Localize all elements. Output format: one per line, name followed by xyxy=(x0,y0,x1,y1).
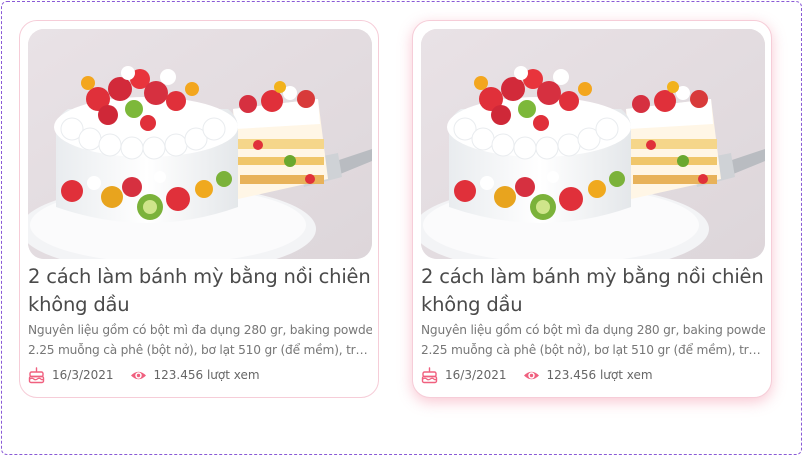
recipe-title-line1: 2 cách làm bánh mỳ bằng nồi chiên xyxy=(421,265,764,288)
view-count: 123.456 lượt xem xyxy=(546,368,653,382)
recipe-description-line2: 2.25 muỗng cà phê (bột nở), bơ lạt 510 g… xyxy=(28,343,372,357)
recipe-description: Nguyên liệu gồm có bột mì đa dụng 280 gr… xyxy=(28,320,372,360)
cake-image[interactable] xyxy=(421,29,765,259)
recipe-description-line2: 2.25 muỗng cà phê (bột nở), bơ lạt 510 g… xyxy=(421,343,765,357)
cake-icon xyxy=(421,366,438,384)
recipe-title-line2: không dầu xyxy=(28,293,130,316)
recipe-description: Nguyên liệu gồm có bột mì đa dụng 280 gr… xyxy=(421,320,765,360)
publish-date: 16/3/2021 xyxy=(52,368,114,382)
view-count: 123.456 lượt xem xyxy=(153,368,260,382)
publish-date: 16/3/2021 xyxy=(445,368,507,382)
recipe-title-line1: 2 cách làm bánh mỳ bằng nồi chiên xyxy=(28,265,371,288)
recipe-description-line1: Nguyên liệu gồm có bột mì đa dụng 280 gr… xyxy=(421,323,765,337)
cake-icon xyxy=(28,366,45,384)
recipe-meta: 16/3/2021 123.456 lượt xem xyxy=(421,365,765,385)
recipe-card-hovered[interactable]: 2 cách làm bánh mỳ bằng nồi chiên không … xyxy=(412,20,772,398)
cake-image[interactable] xyxy=(28,29,372,259)
recipe-title-line2: không dầu xyxy=(421,293,523,316)
recipe-meta: 16/3/2021 123.456 lượt xem xyxy=(28,365,372,385)
recipe-card[interactable]: 2 cách làm bánh mỳ bằng nồi chiên không … xyxy=(19,20,379,398)
eye-icon xyxy=(130,367,147,384)
recipe-title[interactable]: 2 cách làm bánh mỳ bằng nồi chiên không … xyxy=(28,263,378,319)
eye-icon xyxy=(523,367,540,384)
recipe-description-line1: Nguyên liệu gồm có bột mì đa dụng 280 gr… xyxy=(28,323,372,337)
recipe-title[interactable]: 2 cách làm bánh mỳ bằng nồi chiên không … xyxy=(421,263,771,319)
